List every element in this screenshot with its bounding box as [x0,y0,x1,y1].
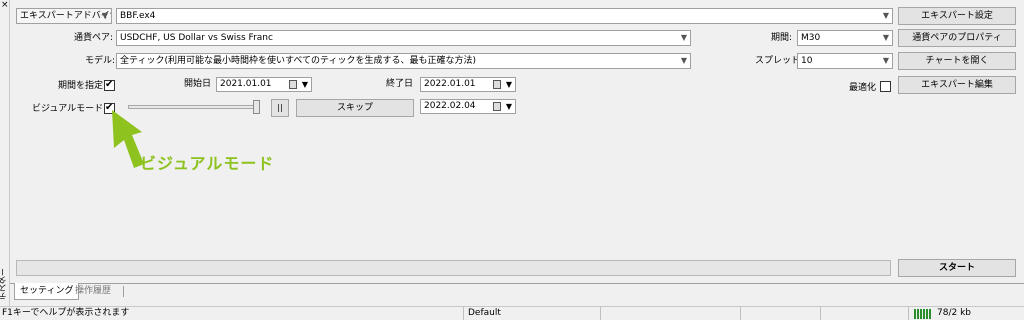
chevron-down-icon: ▼ [101,11,108,20]
chevron-down-icon: ▼ [882,11,889,20]
end-date-label: 終了日 [386,79,414,89]
status-separator [908,307,909,320]
status-separator [600,307,601,320]
period-select[interactable]: M30 ▼ [797,30,893,46]
end-date-picker[interactable]: 2022.01.01 ▼ [420,77,516,92]
optimize-label: 最適化 [849,83,877,93]
chevron-down-icon: ▼ [882,33,889,42]
expert-settings-button[interactable]: エキスパート設定 [898,7,1016,25]
start-button[interactable]: スタート [898,259,1016,277]
model-value: 全ティック(利用可能な最小時間枠を使いすべてのティックを生成する、最も正確な方法… [120,56,476,66]
use-date-label: 期間を指定 [58,81,104,91]
start-date-label: 開始日 [184,79,212,89]
period-label: 期間: [771,33,793,43]
model-select[interactable]: 全ティック(利用可能な最小時間枠を使いすべてのティックを生成する、最も正確な方法… [116,53,691,69]
tester-vertical-title: テスター [0,268,7,300]
expert-file-value: BBF.ex4 [120,11,156,21]
tabs-divider [10,283,1024,284]
status-bar [0,306,1024,320]
connection-bars-icon [914,309,931,319]
pause-button[interactable]: || [271,99,289,117]
chevron-down-icon: ▼ [680,33,687,42]
symbol-select[interactable]: USDCHF, US Dollar vs Swiss Franc ▼ [116,30,691,46]
model-label: モデル: [85,56,116,66]
calendar-icon [493,102,501,111]
chevron-down-icon: ▼ [301,80,308,89]
spread-select[interactable]: 10 ▼ [797,53,893,69]
expert-type-select[interactable]: エキスパートアドバイザ ▼ [16,8,112,24]
status-separator [740,307,741,320]
tab-journal[interactable]: 操作履歴 [70,283,116,300]
period-value: M30 [801,33,821,43]
use-date-checkbox[interactable] [104,79,115,91]
symbol-value: USDCHF, US Dollar vs Swiss Franc [120,33,273,43]
symbol-properties-button[interactable]: 通貨ペアのプロパティ [898,29,1016,47]
chevron-down-icon: ▼ [680,56,687,65]
annotation-text: ビジュアルモード [140,154,275,173]
tester-sidebar [0,0,10,306]
end-date-value: 2022.01.01 [424,79,476,89]
status-help-text: F1キーでヘルプが表示されます [2,308,130,318]
skip-date-picker[interactable]: 2022.02.04 ▼ [420,99,516,114]
calendar-icon [493,80,501,89]
tab-separator [123,286,124,297]
spread-value: 10 [801,56,813,66]
spread-label: スプレッド: [755,56,804,66]
expert-type-label: エキスパートアドバイザ [20,11,112,21]
close-icon[interactable]: × [1,0,9,10]
start-date-picker[interactable]: 2021.01.01 ▼ [216,77,312,92]
chevron-down-icon: ▼ [882,56,889,65]
chevron-down-icon: ▼ [505,102,512,111]
edit-expert-button[interactable]: エキスパート編集 [898,76,1016,94]
symbol-label: 通貨ペア: [74,33,114,43]
status-traffic: 78/2 kb [937,308,971,318]
skip-button[interactable]: スキップ [296,99,414,117]
visual-mode-label: ビジュアルモード [32,104,104,114]
status-separator [820,307,821,320]
visual-speed-slider-thumb[interactable] [253,100,260,114]
status-separator [463,307,464,320]
start-date-value: 2021.01.01 [220,79,272,89]
status-profile: Default [468,308,501,318]
skip-date-value: 2022.02.04 [424,101,476,111]
open-chart-button[interactable]: チャートを開く [898,52,1016,70]
test-progress-bar [16,260,891,276]
chevron-down-icon: ▼ [505,80,512,89]
optimize-checkbox[interactable] [880,81,891,92]
calendar-icon [289,80,297,89]
expert-file-select[interactable]: BBF.ex4 ▼ [116,8,893,24]
